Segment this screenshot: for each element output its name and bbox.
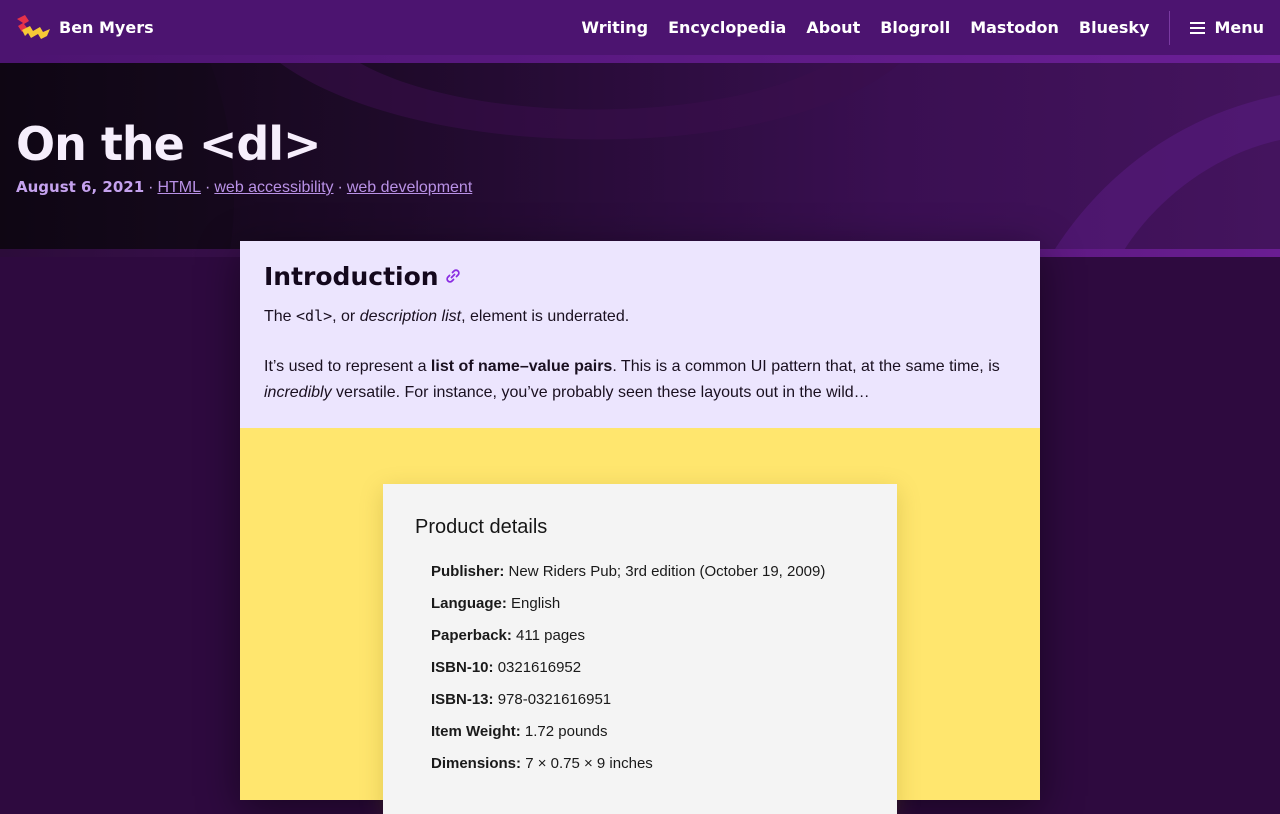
detail-value: 411 pages — [516, 627, 585, 644]
nav-link-about[interactable]: About — [806, 18, 860, 37]
meta-separator: · — [148, 179, 154, 196]
nav-divider — [1169, 10, 1171, 45]
detail-value: 7 × 0.75 × 9 inches — [525, 755, 653, 772]
detail-value: 0321616952 — [497, 659, 582, 676]
detail-value: 1.72 pounds — [524, 723, 608, 740]
inline-code: <dl> — [296, 307, 333, 325]
detail-term: ISBN-10: — [431, 659, 494, 676]
example-figure: Product details Publisher: New Riders Pu… — [240, 428, 1040, 814]
product-details-title: Product details — [415, 516, 548, 538]
product-details-list: Publisher: New Riders Pub; 3rd edition (… — [415, 561, 865, 785]
product-detail-row: Item Weight: 1.72 pounds — [431, 721, 865, 753]
tag-link-web-accessibility[interactable]: web accessibility — [214, 179, 333, 196]
heading-text: Introduction — [264, 261, 439, 291]
meta-separator: · — [337, 179, 343, 196]
detail-term: Item Weight: — [431, 723, 521, 740]
nav-link-blogroll[interactable]: Blogroll — [880, 18, 950, 37]
text-fragment: versatile. For instance, you’ve probably… — [331, 384, 870, 401]
nav-link-mastodon[interactable]: Mastodon — [970, 18, 1059, 37]
product-detail-row: Paperback: 411 pages — [431, 625, 865, 657]
product-details-card: Product details Publisher: New Riders Pu… — [383, 484, 897, 814]
nav-link-writing[interactable]: Writing — [581, 18, 648, 37]
tag-link-html[interactable]: HTML — [157, 179, 201, 196]
strong-text: list of name–value pairs — [430, 358, 613, 375]
menu-button[interactable]: Menu — [1190, 18, 1264, 37]
detail-term: Language: — [431, 595, 507, 612]
brand-name: Ben Myers — [59, 18, 154, 37]
post-hero: On the <dl> August 6, 2021 · HTML · web acce… — [0, 55, 1280, 257]
site-header: Ben Myers Writing Encyclopedia About Blo… — [0, 0, 1280, 55]
introduction-heading: Introduction — [264, 259, 1016, 293]
emphasis: description list — [359, 308, 462, 325]
zigzag-logo-icon — [17, 14, 50, 39]
text-fragment: The — [264, 308, 297, 325]
link-chain-icon[interactable] — [445, 268, 461, 284]
intro-paragraph-2: It’s used to represent a list of name–va… — [264, 354, 1016, 406]
home-link[interactable]: Ben Myers — [16, 14, 154, 42]
post-date: August 6, 2021 — [16, 178, 145, 196]
product-detail-row: ISBN-13: 978-0321616951 — [431, 689, 865, 721]
product-detail-row: Dimensions: 7 × 0.75 × 9 inches — [431, 753, 865, 785]
hamburger-icon — [1190, 21, 1206, 34]
post-meta: August 6, 2021 · HTML · web accessibility · we… — [16, 178, 472, 197]
product-detail-row: Language: English — [431, 593, 865, 625]
product-detail-row: Publisher: New Riders Pub; 3rd edition (… — [431, 561, 865, 593]
post-title: On the <dl> — [16, 117, 322, 171]
detail-term: ISBN-13: — [431, 691, 494, 708]
article-body: Introduction The <dl>, or description li… — [240, 241, 1040, 814]
intro-paragraph-1: The <dl>, or description list, element i… — [264, 303, 1016, 330]
main-nav: Writing Encyclopedia About Blogroll Mast… — [561, 0, 1264, 55]
detail-value: 978-0321616951 — [497, 691, 612, 708]
meta-separator: · — [205, 179, 211, 196]
detail-term: Dimensions: — [431, 755, 522, 772]
introduction-section: Introduction The <dl>, or description li… — [240, 241, 1040, 428]
menu-label: Menu — [1214, 18, 1264, 37]
tag-link-web-development[interactable]: web development — [347, 179, 472, 196]
product-detail-row: ISBN-10: 0321616952 — [431, 657, 865, 689]
emphasis: incredibly — [264, 384, 332, 401]
detail-term: Publisher: — [431, 563, 505, 580]
text-fragment: It’s used to represent a — [264, 358, 431, 375]
hero-top-stripe — [0, 55, 1280, 63]
detail-term: Paperback: — [431, 627, 512, 644]
text-fragment: . This is a common UI pattern that, at t… — [612, 358, 1000, 375]
nav-link-bluesky[interactable]: Bluesky — [1079, 18, 1150, 37]
text-fragment: , or — [332, 308, 360, 325]
detail-value: English — [511, 595, 561, 612]
text-fragment: , element is underrated. — [461, 308, 630, 325]
nav-link-encyclopedia[interactable]: Encyclopedia — [668, 18, 786, 37]
detail-value: New Riders Pub; 3rd edition (October 19,… — [508, 563, 826, 580]
